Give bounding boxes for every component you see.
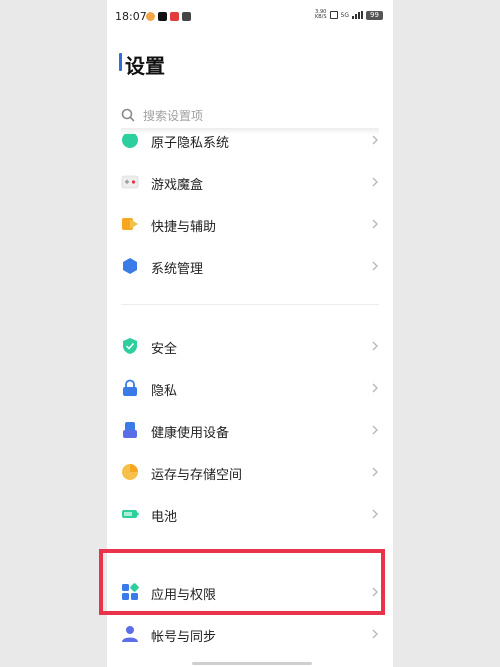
search-placeholder: 搜索设置项 (143, 108, 204, 123)
settings-item-label: 隐私 (151, 384, 178, 399)
search-shadow (121, 128, 379, 134)
privacy-lock-icon (123, 379, 137, 396)
settings-item-label: 电池 (151, 510, 178, 525)
chevron-right-icon (372, 135, 378, 145)
settings-item-shortcut-assist[interactable]: 快捷与辅助 (107, 206, 393, 242)
chevron-right-icon (372, 509, 378, 519)
settings-item-label: 安全 (151, 342, 178, 357)
search-field[interactable]: 搜索设置项 (121, 102, 379, 128)
system-management-icon (123, 258, 137, 274)
group-divider (121, 552, 379, 553)
settings-item-security[interactable]: 安全 (107, 328, 393, 364)
shortcut-assist-icon (122, 218, 138, 230)
account-sync-icon (122, 626, 138, 642)
security-shield-icon (123, 338, 137, 354)
chevron-right-icon (372, 467, 378, 477)
settings-item-label: 应用与权限 (151, 588, 217, 603)
healthy-usage-icon (123, 422, 137, 438)
title-accent-bar (119, 53, 122, 71)
settings-item-label: 快捷与辅助 (151, 220, 217, 235)
page-title: 设置 (125, 54, 165, 78)
status-bar: 18:07 3.90 KB/S 5G 99 (107, 0, 393, 32)
storage-pie-icon (122, 464, 138, 480)
chevron-right-icon (372, 219, 378, 229)
settings-item-privacy[interactable]: 隐私 (107, 370, 393, 406)
search-icon (121, 108, 135, 122)
settings-item-storage[interactable]: 运存与存储空间 (107, 454, 393, 490)
battery-icon (122, 510, 139, 518)
settings-item-system-management[interactable]: 系统管理 (107, 248, 393, 284)
settings-item-game-box[interactable]: 游戏魔盒 (107, 164, 393, 200)
settings-item-label: 帐号与同步 (151, 630, 217, 645)
notification-app-icon (146, 12, 155, 21)
signal-icon (352, 11, 363, 19)
home-indicator[interactable] (192, 662, 312, 665)
settings-item-label: 游戏魔盒 (151, 178, 204, 193)
settings-item-label: 系统管理 (151, 262, 204, 277)
network-type: 5G (340, 11, 349, 19)
settings-item-healthy-usage[interactable]: 健康使用设备 (107, 412, 393, 448)
tiktok-icon (158, 12, 167, 21)
notification-red-app-icon (170, 12, 179, 21)
status-time: 18:07 (115, 10, 147, 23)
chevron-right-icon (372, 587, 378, 597)
net-speed: 3.90 KB/S (314, 9, 327, 20)
settings-item-account-sync[interactable]: 帐号与同步 (107, 616, 393, 652)
chevron-right-icon (372, 383, 378, 393)
settings-item-label: 原子隐私系统 (151, 136, 230, 151)
settings-item-apps-permissions[interactable]: 应用与权限 (107, 574, 393, 610)
settings-screen: 18:07 3.90 KB/S 5G 99 设置 搜索设置项 原子隐私系统 游戏… (107, 0, 393, 667)
chevron-right-icon (372, 341, 378, 351)
apps-permissions-icon (122, 583, 139, 600)
chevron-right-icon (372, 261, 378, 271)
chevron-right-icon (372, 425, 378, 435)
status-indicators: 3.90 KB/S 5G 99 (315, 10, 383, 20)
game-box-icon (121, 175, 139, 189)
settings-list: 原子隐私系统 游戏魔盒 快捷与辅助 系统管理 安全 隐私 健康使用设备 运存与存… (107, 128, 393, 667)
chevron-right-icon (372, 177, 378, 187)
battery-level: 99 (366, 10, 383, 20)
settings-item-label: 运存与存储空间 (151, 468, 243, 483)
settings-item-battery[interactable]: 电池 (107, 496, 393, 532)
settings-item-label: 健康使用设备 (151, 426, 230, 441)
hd-icon (329, 11, 338, 19)
notification-box-icon (182, 12, 191, 21)
group-divider (121, 304, 379, 305)
chevron-right-icon (372, 629, 378, 639)
